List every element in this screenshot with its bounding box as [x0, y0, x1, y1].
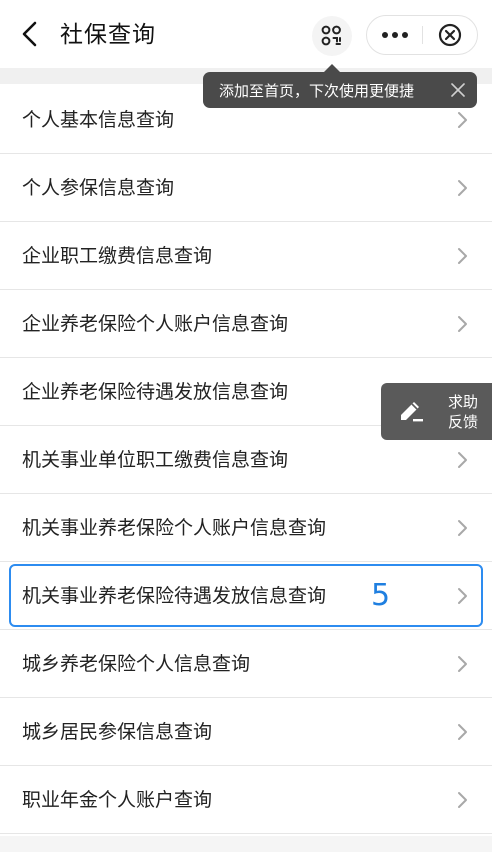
help-feedback-label: 求助 反馈: [443, 392, 483, 432]
list-item-label: 城乡养老保险个人信息查询: [22, 653, 251, 675]
list-item[interactable]: 城乡养老保险个人信息查询: [0, 630, 492, 698]
tooltip-text: 添加至首页，下次使用更便捷: [219, 81, 415, 100]
list-item-highlighted[interactable]: 机关事业养老保险待遇发放信息查询 5: [0, 562, 492, 630]
chevron-right-icon: [458, 656, 467, 672]
query-menu-list: 个人基本信息查询 个人参保信息查询 企业职工缴费信息查询 企业养老保险个人账户信…: [0, 86, 492, 834]
list-item[interactable]: 个人参保信息查询: [0, 154, 492, 222]
tooltip-close-button[interactable]: [449, 81, 467, 99]
list-item-label: 城乡居民参保信息查询: [22, 721, 213, 743]
add-to-home-tooltip: 添加至首页，下次使用更便捷: [203, 72, 477, 108]
mini-program-capsule: [366, 15, 478, 55]
close-icon: [451, 83, 465, 97]
chevron-right-icon: [458, 792, 467, 808]
chevron-right-icon: [458, 316, 467, 332]
more-dots-icon: [381, 32, 408, 38]
scan-button[interactable]: [312, 16, 352, 56]
list-item-label: 企业养老保险待遇发放信息查询: [22, 381, 289, 403]
list-item[interactable]: 城乡居民参保信息查询: [0, 698, 492, 766]
chevron-right-icon: [458, 588, 467, 604]
close-circle-icon: [438, 23, 462, 47]
close-button[interactable]: [423, 16, 477, 54]
list-item[interactable]: 企业职工缴费信息查询: [0, 222, 492, 290]
list-item-label: 机关事业养老保险待遇发放信息查询: [22, 585, 327, 607]
list-item[interactable]: 机关事业养老保险个人账户信息查询: [0, 494, 492, 562]
scan-icon: [321, 25, 341, 46]
list-item[interactable]: 职业年金个人账户查询: [0, 766, 492, 834]
chevron-right-icon: [458, 112, 467, 128]
list-item-label: 职业年金个人账户查询: [22, 789, 213, 811]
highlight-marker: 5: [371, 578, 391, 613]
chevron-right-icon: [458, 724, 467, 740]
list-item-label: 个人基本信息查询: [22, 109, 175, 131]
more-button[interactable]: [367, 16, 422, 54]
tooltip-arrow: [324, 64, 340, 72]
help-feedback-button[interactable]: 求助 反馈: [381, 383, 492, 440]
help-label-line2: 反馈: [447, 413, 478, 431]
chevron-left-icon: [22, 21, 37, 47]
list-item-label: 企业养老保险个人账户信息查询: [22, 313, 289, 335]
page-title: 社保查询: [60, 22, 156, 48]
list-item-label: 机关事业单位职工缴费信息查询: [22, 449, 289, 471]
list-item[interactable]: 企业养老保险个人账户信息查询: [0, 290, 492, 358]
edit-pen-icon: [401, 402, 423, 422]
list-item-label: 个人参保信息查询: [22, 177, 175, 199]
bottom-strip: [0, 836, 492, 852]
back-button[interactable]: [14, 18, 46, 50]
chevron-right-icon: [458, 248, 467, 264]
list-item-label: 企业职工缴费信息查询: [22, 245, 213, 267]
nav-bar: 社保查询: [0, 0, 492, 68]
help-label-line1: 求助: [447, 393, 478, 411]
chevron-right-icon: [458, 452, 467, 468]
chevron-right-icon: [458, 520, 467, 536]
chevron-right-icon: [458, 180, 467, 196]
list-item-label: 机关事业养老保险个人账户信息查询: [22, 517, 327, 539]
page: 社保查询 个人基本信息查询 个人参保信息查询 企业职工缴费信息查询 企业养老保险…: [0, 0, 492, 852]
